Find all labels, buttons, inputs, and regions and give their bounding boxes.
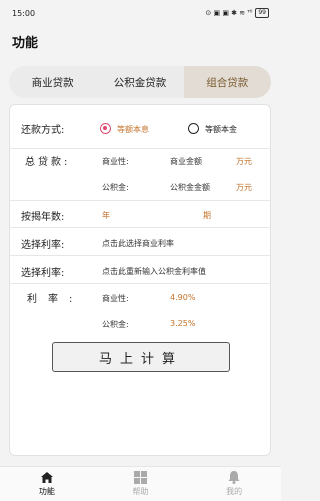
bell-icon bbox=[228, 471, 240, 484]
commercial-rate-prefix: 商业性: bbox=[102, 294, 129, 303]
option-equal-installment-label[interactable]: 等额本息 bbox=[117, 124, 149, 135]
grid-icon bbox=[134, 471, 147, 484]
commercial-amount-input[interactable]: 商业金额 bbox=[170, 156, 202, 167]
calculate-button[interactable]: 马上计算 bbox=[52, 342, 230, 372]
fund-rate-value: 3.25% bbox=[170, 319, 196, 328]
commercial-unit: 万元 bbox=[236, 157, 252, 166]
fund-prefix: 公积金: bbox=[102, 183, 129, 192]
commercial-prefix: 商业性: bbox=[102, 157, 129, 166]
fund-amount-input[interactable]: 公积金金额 bbox=[170, 182, 210, 193]
tab-commercial-loan[interactable]: 商业贷款 bbox=[9, 66, 96, 98]
nav-item-function[interactable]: 功能 bbox=[0, 467, 94, 501]
battery-icon: 99 bbox=[255, 8, 269, 18]
periods-unit: 期 bbox=[203, 211, 211, 220]
nav-label-function: 功能 bbox=[38, 487, 55, 496]
calculator-form: 还款方式: 等额本息 等额本金 总贷款: 商业性: 商业金额 万元 公积金: 公… bbox=[9, 104, 271, 456]
commercial-rate-select-hint[interactable]: 点击此选择商业利率 bbox=[102, 238, 174, 249]
rates-label: 利率: bbox=[27, 294, 84, 305]
tab-fund-loan[interactable]: 公积金贷款 bbox=[96, 66, 183, 98]
total-loan-label: 总贷款: bbox=[25, 157, 71, 168]
fund-unit: 万元 bbox=[236, 183, 252, 192]
repayment-method-row: 还款方式: 等额本息 等额本金 bbox=[10, 105, 270, 149]
mortgage-years-row: 按揭年数: 年 期 bbox=[10, 201, 270, 228]
commercial-rate-value: 4.90% bbox=[170, 293, 196, 302]
nav-item-mine[interactable]: 我的 bbox=[187, 467, 281, 501]
fund-rate-select-row[interactable]: 选择利率: 点击此重新输入公积金利率值 bbox=[10, 256, 270, 284]
status-time: 15:00 bbox=[12, 8, 36, 18]
status-bar: 15:00 ⊙ ▣ ▣ ✱ ≋ ᵀˡˡ 99 bbox=[0, 0, 281, 26]
loan-type-tabs: 商业贷款 公积金贷款 组合贷款 bbox=[9, 66, 271, 98]
nav-item-help[interactable]: 帮助 bbox=[94, 467, 188, 501]
radio-equal-principal[interactable] bbox=[188, 123, 199, 134]
nav-label-help: 帮助 bbox=[132, 487, 149, 496]
option-equal-principal-label[interactable]: 等额本金 bbox=[205, 124, 237, 135]
commercial-rate-select-row[interactable]: 选择利率: 点击此选择商业利率 bbox=[10, 228, 270, 256]
total-loan-row: 总贷款: 商业性: 商业金额 万元 公积金: 公积金金额 万元 bbox=[10, 149, 270, 201]
page-title: 功能 bbox=[12, 36, 39, 51]
fund-rate-select-label: 选择利率: bbox=[21, 268, 65, 279]
radio-equal-installment[interactable] bbox=[100, 123, 111, 134]
nav-label-mine: 我的 bbox=[226, 487, 243, 496]
tab-combined-loan[interactable]: 组合贷款 bbox=[183, 66, 271, 98]
repayment-method-label: 还款方式: bbox=[21, 125, 65, 136]
status-indicator-icons: ⊙ ▣ ▣ ✱ ≋ ᵀˡˡ bbox=[205, 9, 253, 17]
fund-rate-prefix: 公积金: bbox=[102, 320, 129, 329]
commercial-rate-select-label: 选择利率: bbox=[21, 240, 65, 251]
mortgage-years-label: 按揭年数: bbox=[21, 212, 65, 223]
status-icons: ⊙ ▣ ▣ ✱ ≋ ᵀˡˡ 99 bbox=[205, 8, 269, 18]
bottom-nav: 功能 帮助 我的 bbox=[0, 466, 281, 501]
fund-rate-select-hint[interactable]: 点击此重新输入公积金利率值 bbox=[102, 266, 206, 277]
home-icon bbox=[40, 471, 53, 484]
rates-row: 利率: 商业性: 4.90% 公积金: 3.25% bbox=[10, 284, 270, 338]
years-input[interactable]: 年 bbox=[102, 210, 110, 221]
